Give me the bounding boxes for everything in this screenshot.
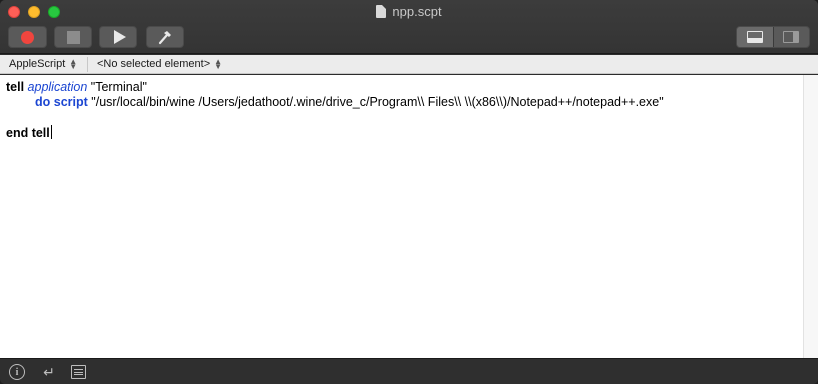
script-editor-window: npp.scpt AppleScript ▲ ▼ <No selected el…	[0, 0, 818, 384]
string-token: "Terminal"	[90, 80, 147, 94]
play-icon	[113, 30, 126, 44]
compile-button[interactable]	[146, 26, 184, 48]
list-icon[interactable]	[71, 365, 86, 379]
run-button[interactable]	[99, 26, 137, 48]
stop-button[interactable]	[54, 26, 92, 48]
navigation-bar: AppleScript ▲ ▼ <No selected element> ▲ ▼	[0, 55, 818, 74]
class-token: application	[27, 80, 88, 94]
document-icon[interactable]	[376, 5, 387, 18]
keyword-token: end tell	[6, 126, 50, 140]
vertical-scrollbar[interactable]	[803, 75, 818, 358]
script-editor[interactable]: tell application "Terminal" do script "/…	[0, 75, 803, 358]
record-button[interactable]	[8, 26, 47, 48]
code-line-2: do script "/usr/local/bin/wine /Users/je…	[6, 95, 797, 110]
text-caret	[50, 125, 52, 139]
stop-icon	[66, 30, 80, 44]
hammer-icon	[158, 31, 171, 45]
chevron-updown-icon: ▲ ▼	[214, 57, 223, 71]
keyword-token: tell	[6, 80, 25, 94]
show-log-segment[interactable]	[737, 27, 774, 47]
record-icon	[21, 30, 34, 44]
language-popup[interactable]: AppleScript ▲ ▼	[9, 57, 78, 71]
command-token: do script	[35, 95, 88, 109]
string-token: "/usr/local/bin/wine /Users/jedathoot/.w…	[91, 95, 664, 109]
view-segmented-control	[736, 26, 810, 48]
bottom-pane-icon	[746, 31, 763, 43]
element-popup[interactable]: <No selected element> ▲ ▼	[97, 57, 223, 71]
code-line-4: end tell	[6, 125, 797, 140]
language-label: AppleScript	[9, 58, 66, 70]
window-title-area: npp.scpt	[0, 4, 818, 19]
return-icon[interactable]: ↵	[41, 364, 57, 380]
bottom-bar: i ↵	[0, 358, 818, 384]
side-pane-icon	[783, 31, 800, 43]
element-label: <No selected element>	[97, 58, 211, 70]
navbar-divider	[87, 57, 88, 72]
window-title: npp.scpt	[392, 4, 442, 19]
show-sidebar-segment[interactable]	[774, 27, 810, 47]
titlebar: npp.scpt	[0, 0, 818, 54]
chevron-updown-icon: ▲ ▼	[69, 57, 78, 71]
info-icon[interactable]: i	[9, 364, 25, 380]
code-line-1: tell application "Terminal"	[6, 80, 797, 95]
